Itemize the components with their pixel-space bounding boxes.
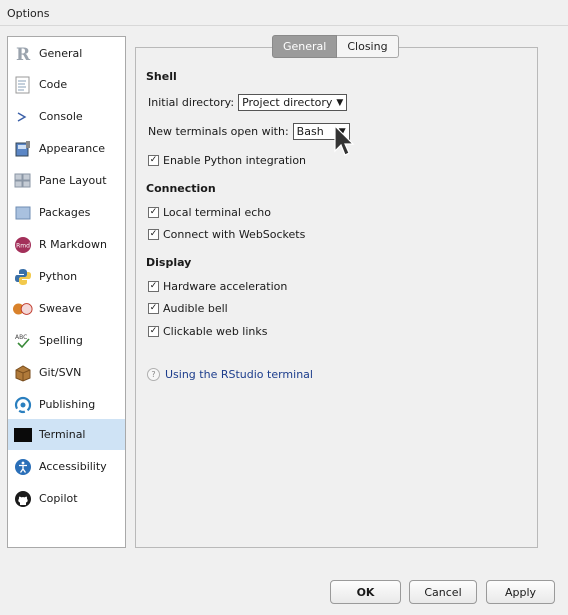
websockets-label: Connect with WebSockets xyxy=(163,228,306,241)
code-icon xyxy=(13,75,33,95)
sidebar-item-packages[interactable]: Packages xyxy=(8,197,125,228)
sidebar-item-label: Appearance xyxy=(39,142,106,155)
new-terminal-row: New terminals open with: Bash ▼ xyxy=(148,123,350,140)
sidebar-item-label: Packages xyxy=(39,206,91,219)
console-icon xyxy=(13,107,33,127)
initial-directory-value: Project directory xyxy=(242,96,333,109)
sidebar-item-label: Sweave xyxy=(39,302,82,315)
svg-text:R: R xyxy=(16,45,31,63)
tab-closing[interactable]: Closing xyxy=(337,35,399,58)
sidebar-item-python[interactable]: Python xyxy=(8,261,125,292)
sidebar-item-label: R Markdown xyxy=(39,238,107,251)
initial-directory-row: Initial directory: Project directory ▼ xyxy=(148,94,348,111)
clickable-links-label: Clickable web links xyxy=(163,325,268,338)
sidebar-item-label: Terminal xyxy=(39,428,86,441)
sidebar-item-rmarkdown[interactable]: Rmd R Markdown xyxy=(8,229,125,260)
sidebar-item-git[interactable]: Git/SVN xyxy=(8,357,125,388)
sidebar-item-copilot[interactable]: Copilot xyxy=(8,483,125,514)
sidebar-item-label: Python xyxy=(39,270,78,283)
sidebar-item-accessibility[interactable]: Accessibility xyxy=(8,451,125,482)
sidebar-item-console[interactable]: Console xyxy=(8,101,125,132)
rmarkdown-icon-text: Rmd xyxy=(16,242,30,249)
sidebar-item-label: Copilot xyxy=(39,492,78,505)
publishing-icon xyxy=(13,395,33,415)
hardware-acceleration-checkbox[interactable]: ✓ xyxy=(148,281,159,292)
sidebar-item-pane-layout[interactable]: Pane Layout xyxy=(8,165,125,196)
sidebar-item-label: Publishing xyxy=(39,398,96,411)
options-sidebar: R General Code Console Appearance Pane L… xyxy=(7,36,126,548)
local-echo-checkbox[interactable]: ✓ xyxy=(148,207,159,218)
hardware-acceleration-label: Hardware acceleration xyxy=(163,280,288,293)
clickable-links-row[interactable]: ✓ Clickable web links xyxy=(148,325,268,338)
sidebar-item-terminal[interactable]: Terminal xyxy=(8,419,125,450)
ok-button[interactable]: OK xyxy=(330,580,401,604)
packages-icon xyxy=(13,203,33,223)
sidebar-item-label: General xyxy=(39,47,83,60)
new-terminal-label: New terminals open with: xyxy=(148,125,289,138)
sidebar-item-code[interactable]: Code xyxy=(8,69,125,100)
sidebar-item-label: Pane Layout xyxy=(39,174,107,187)
audible-bell-checkbox[interactable]: ✓ xyxy=(148,303,159,314)
section-heading-connection: Connection xyxy=(146,182,216,195)
hardware-acceleration-row[interactable]: ✓ Hardware acceleration xyxy=(148,280,287,293)
terminal-icon xyxy=(13,425,33,445)
sidebar-item-label: Code xyxy=(39,78,68,91)
tab-bar: General Closing xyxy=(272,35,399,58)
local-echo-label: Local terminal echo xyxy=(163,206,271,219)
github-icon xyxy=(13,489,33,509)
appearance-icon xyxy=(13,139,33,159)
window-title: Options xyxy=(0,0,568,26)
pane-layout-icon xyxy=(13,171,33,191)
local-echo-row[interactable]: ✓ Local terminal echo xyxy=(148,206,271,219)
audible-bell-row[interactable]: ✓ Audible bell xyxy=(148,302,228,315)
sidebar-item-sweave[interactable]: Sweave xyxy=(8,293,125,324)
cancel-button[interactable]: Cancel xyxy=(409,580,477,604)
sidebar-item-appearance[interactable]: Appearance xyxy=(8,133,125,164)
section-heading-display: Display xyxy=(146,256,192,269)
new-terminal-shell-value: Bash xyxy=(296,125,324,138)
terminal-help-link[interactable]: Using the RStudio terminal xyxy=(165,368,313,381)
python-integration-row[interactable]: ✓ Enable Python integration xyxy=(148,154,306,167)
python-icon xyxy=(13,267,33,287)
clickable-links-checkbox[interactable]: ✓ xyxy=(148,326,159,337)
mouse-cursor-icon xyxy=(334,125,355,156)
sidebar-item-general[interactable]: R General xyxy=(8,38,125,69)
apply-button[interactable]: Apply xyxy=(486,580,555,604)
tab-general[interactable]: General xyxy=(272,35,338,58)
rmarkdown-icon: Rmd xyxy=(13,235,33,255)
sidebar-item-label: Git/SVN xyxy=(39,366,82,379)
chevron-down-icon: ▼ xyxy=(336,97,344,108)
python-integration-label: Enable Python integration xyxy=(163,154,307,167)
sweave-icon xyxy=(13,299,33,319)
section-heading-shell: Shell xyxy=(146,70,177,83)
python-integration-checkbox[interactable]: ✓ xyxy=(148,155,159,166)
audible-bell-label: Audible bell xyxy=(163,302,228,315)
help-icon: ? xyxy=(147,368,160,381)
accessibility-icon xyxy=(13,457,33,477)
r-logo-icon: R xyxy=(13,44,33,64)
sidebar-item-label: Accessibility xyxy=(39,460,107,473)
help-row: ? Using the RStudio terminal xyxy=(147,368,313,381)
spelling-icon-text: ABC xyxy=(15,334,27,341)
sidebar-item-label: Spelling xyxy=(39,334,83,347)
sidebar-item-spelling[interactable]: ABC Spelling xyxy=(8,325,125,356)
initial-directory-select[interactable]: Project directory ▼ xyxy=(238,94,348,111)
sidebar-item-publishing[interactable]: Publishing xyxy=(8,389,125,420)
git-icon xyxy=(13,363,33,383)
sidebar-item-label: Console xyxy=(39,110,83,123)
initial-directory-label: Initial directory: xyxy=(148,96,235,109)
websockets-checkbox[interactable]: ✓ xyxy=(148,229,159,240)
spelling-icon: ABC xyxy=(13,331,33,351)
websockets-row[interactable]: ✓ Connect with WebSockets xyxy=(148,228,305,241)
